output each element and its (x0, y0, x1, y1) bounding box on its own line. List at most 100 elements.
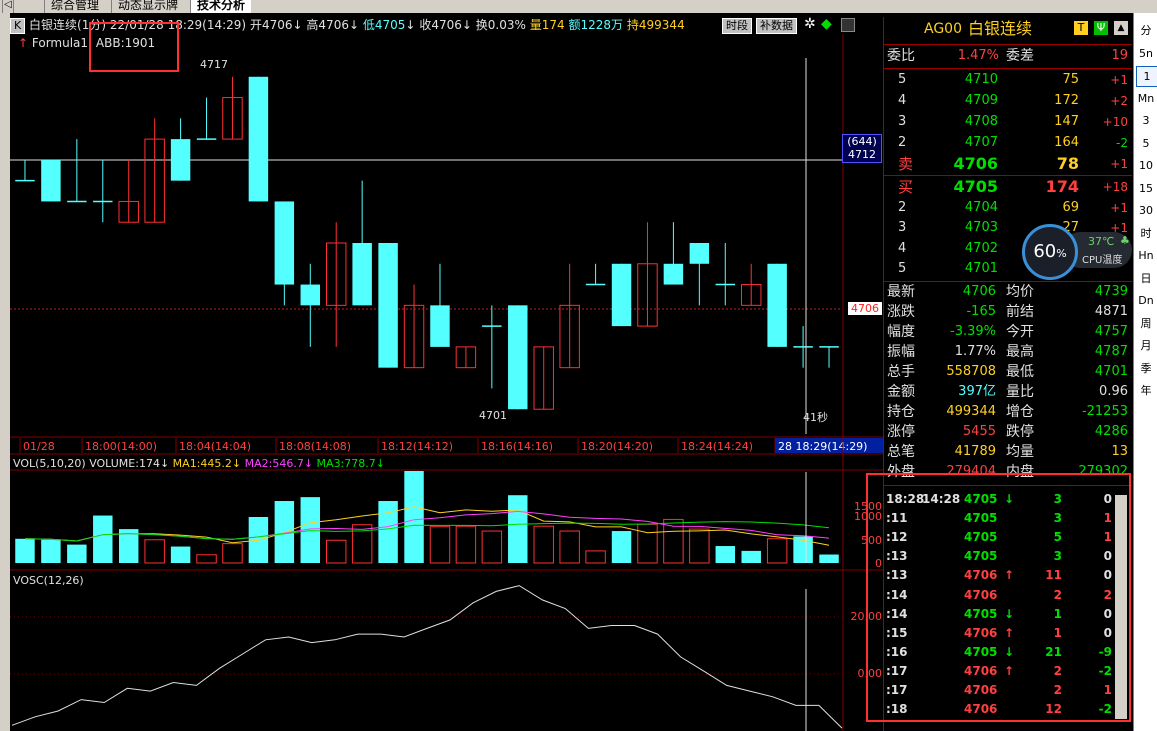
stat-row: 涨跌 -165 前结 4871 (884, 302, 1132, 322)
volume-bar-down (93, 515, 113, 563)
period-option[interactable]: 10 (1136, 156, 1156, 175)
quote-collapse-button[interactable]: ▲ (1114, 21, 1128, 35)
stat-value-2: 0.96 (1099, 384, 1128, 399)
high-marker-label: 4717 (200, 58, 228, 71)
tick-scrollbar[interactable] (1115, 495, 1127, 719)
candle-body-down (170, 139, 191, 181)
level-change: -2 (1116, 136, 1128, 150)
vol-ma3: MA3:778.7↓ (316, 457, 385, 470)
period-option[interactable]: 年 (1136, 381, 1156, 400)
volume-panel-header: VOL(5,10,20) VOLUME:174↓ MA1:445.2↓ MA2:… (13, 457, 385, 470)
open-arrow-icon: ↓ (292, 18, 303, 32)
tab-scroll-left-icon[interactable]: ◁ (2, 0, 14, 13)
turnover-value: 0.03% (487, 18, 526, 32)
stat-value-2: 4787 (1094, 344, 1128, 359)
cpu-percent: 60 (1033, 241, 1057, 262)
separator (884, 68, 1132, 69)
period-option[interactable]: 5n (1136, 44, 1156, 63)
volume-bar-up (325, 539, 347, 564)
cursor-count: (644) (847, 135, 877, 148)
volume-bar-up (559, 530, 580, 564)
bid-level-row[interactable]: 2 4704 69 +1 (884, 198, 1132, 218)
k-line-button[interactable]: K (10, 18, 26, 34)
green-diamond-icon[interactable]: ◆ (821, 16, 832, 32)
tab-dynamic-board[interactable]: 动态显示牌 (111, 0, 184, 13)
volume-bar-down (378, 501, 398, 563)
stat-row: 振幅 1.77% 最高 4787 (884, 342, 1132, 362)
period-option[interactable]: 时 (1136, 224, 1156, 243)
low-value: 4705 (374, 18, 406, 32)
highlight-box-ticks (866, 473, 1131, 722)
axis-time-label: 18:00(14:00) (85, 440, 157, 453)
tab-technical-analysis[interactable]: 技术分析 (190, 0, 252, 13)
time-axis: 01/28 18:00(14:00) 18:04(14:04) 18:08(14:08… (10, 436, 883, 455)
period-option[interactable]: 1 (1136, 66, 1157, 87)
cpu-widget[interactable]: 37℃ ♣ CPU温度 60% (1022, 222, 1134, 280)
ask-level-row[interactable]: 2 4707 164 -2 (884, 133, 1132, 153)
candle-body-down (611, 263, 632, 327)
stat-value-2: 4871 (1094, 304, 1128, 319)
volume-bar-up (533, 525, 554, 564)
tab-scroll-left-glyph: ◁ (4, 0, 12, 10)
vosc-line (11, 585, 843, 729)
panel-toggle-icon[interactable] (841, 18, 855, 32)
axis-time-label: 01/28 (23, 440, 55, 453)
weibi-row: 委比 1.47% 委差 19 (884, 46, 1132, 66)
low-label: 低 (362, 18, 375, 32)
settings-gear-icon[interactable]: ✲ (804, 16, 816, 32)
candle-body-down (352, 243, 372, 306)
level-change: +1 (1110, 200, 1128, 215)
level-change: +10 (1102, 115, 1128, 129)
ask-level-row[interactable]: 4 4709 172 +2 (884, 91, 1132, 111)
ask-level-row[interactable]: 3 4708 147 +10 (884, 112, 1132, 132)
period-option[interactable]: 分 (1136, 21, 1156, 40)
volume-bar-down (741, 550, 761, 563)
axis-time-label: 18:24(14:24) (681, 440, 753, 453)
period-option[interactable]: Mn (1136, 89, 1156, 108)
period-option[interactable]: 15 (1136, 179, 1156, 198)
stat-value-2: 4286 (1094, 424, 1128, 439)
period-option[interactable]: 30 (1136, 201, 1156, 220)
ask-level-row[interactable]: 卖 4706 78 +1 (884, 154, 1132, 174)
period-option[interactable]: 日 (1136, 269, 1156, 288)
axis-time-label: 18:08(14:08) (279, 440, 351, 453)
left-strip (0, 13, 10, 731)
amount-label: 额 (568, 18, 581, 32)
volume-chart (10, 469, 883, 571)
stat-row: 持仓 499344 增仓 -21253 (884, 402, 1132, 422)
axis-time-label: 18:16(14:16) (481, 440, 553, 453)
tab-general-management[interactable]: 综合管理 (44, 0, 105, 13)
high-label: 高 (306, 18, 319, 32)
quote-code: AG00 (924, 21, 962, 37)
candle-body-down (508, 305, 528, 410)
quote-t-button[interactable]: T (1074, 21, 1088, 35)
quote-psi-button[interactable]: Ψ (1094, 21, 1108, 35)
volume-bar-up (689, 528, 710, 564)
period-option[interactable]: Dn (1136, 291, 1156, 310)
volume-bar-down (715, 546, 736, 563)
period-option[interactable]: 3 (1136, 111, 1156, 130)
cpu-unit: % (1056, 247, 1067, 260)
separator (884, 175, 1132, 176)
volume-bar-down (15, 538, 35, 563)
period-option[interactable]: 月 (1136, 336, 1156, 355)
period-option[interactable]: Hn (1136, 246, 1156, 265)
axis-time-label: 28 18:29(14:29) (778, 440, 867, 453)
cpu-label: CPU温度 (1082, 255, 1123, 266)
volume-bar-up (481, 530, 503, 564)
candle-body-down (663, 263, 684, 285)
period-option[interactable]: 周 (1136, 314, 1156, 333)
period-option[interactable]: 5 (1136, 134, 1156, 153)
ask-level-row[interactable]: 5 4710 75 +1 (884, 70, 1132, 90)
turnover-label: 换 (475, 18, 488, 32)
axis-time-label: 18:04(14:04) (179, 440, 251, 453)
volume-bar-down (508, 495, 528, 563)
separator (884, 44, 1132, 45)
fill-data-button[interactable]: 补数据 (756, 18, 797, 34)
vol-volume: VOLUME:174↓ (89, 457, 170, 470)
period-option[interactable]: 季 (1136, 359, 1156, 378)
period-button[interactable]: 时段 (722, 18, 752, 34)
volume-bar-up (196, 554, 217, 564)
stat-value-2: -21253 (1081, 404, 1128, 419)
bid-level-row[interactable]: 买 4705 174 +18 (884, 177, 1132, 197)
